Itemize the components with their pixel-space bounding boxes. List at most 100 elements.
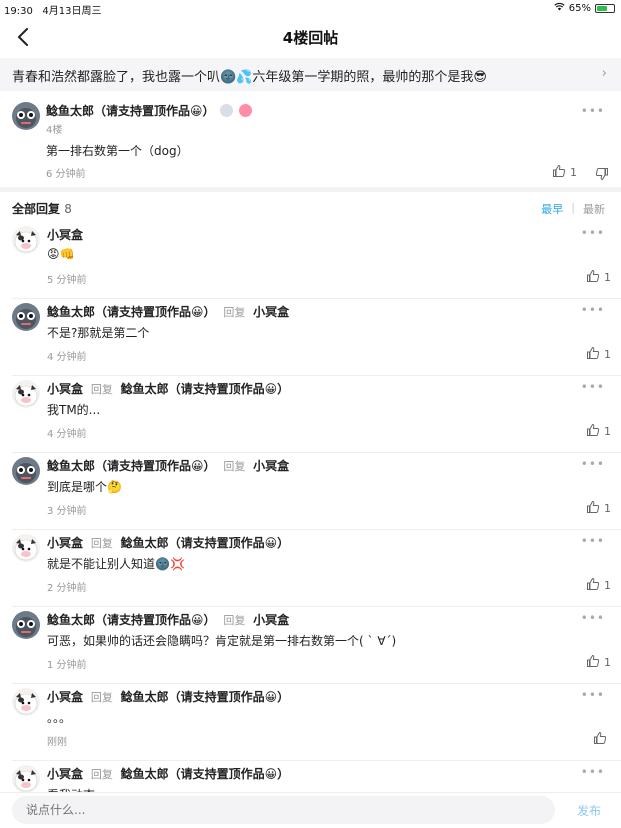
page-title: 4楼回帖 <box>282 29 339 47</box>
reply-time: 3 分钟前 <box>47 506 87 517</box>
reply-target[interactable]: 鲶鱼太郎（请支持置顶作品😀） <box>121 690 290 704</box>
avatar[interactable] <box>12 534 40 562</box>
topic-link[interactable]: 青春和浩然都露脸了，我也露一个叭🌚💦六年级第一学期的照，最帅的那个是我😎 › <box>0 58 621 91</box>
avatar[interactable] <box>12 457 40 485</box>
like-button[interactable] <box>593 731 611 748</box>
like-button[interactable]: 1 <box>586 346 611 363</box>
reply-author[interactable]: 鲶鱼太郎（请支持置顶作品😀） <box>47 459 216 473</box>
reply-text: 就是不能让别人知道🌚💢 <box>47 557 185 571</box>
level-badge-icon <box>219 104 233 117</box>
wifi-icon <box>554 2 565 14</box>
more-icon[interactable]: ••• <box>581 380 605 394</box>
post-body: 第一排右数第一个（dog） <box>46 144 189 158</box>
battery-percent: 65% <box>568 2 591 14</box>
reply-text: 。。。 <box>47 711 72 725</box>
reply-text: 可恶，如果帅的话还会隐瞒吗？肯定就是第一排右数第一个( ` ∀´) <box>47 634 397 648</box>
like-count: 1 <box>604 348 611 361</box>
avatar[interactable] <box>12 688 40 716</box>
thumbs-up-icon <box>586 269 600 286</box>
like-button[interactable]: 1 <box>586 500 611 517</box>
post-author[interactable]: 鲶鱼太郎（请支持置顶作品😀） <box>46 102 253 119</box>
bottom-bar: 发布 <box>0 792 621 828</box>
reply-target[interactable]: 小冥盒 <box>253 305 289 319</box>
reply-author[interactable]: 小冥盒 <box>47 690 83 704</box>
avatar[interactable] <box>12 102 40 130</box>
reply-target[interactable]: 鲶鱼太郎（请支持置顶作品😀） <box>121 536 290 550</box>
reply-word: 回复 <box>90 537 113 550</box>
reply-word: 回复 <box>223 460 246 473</box>
like-count: 1 <box>604 502 611 515</box>
sort-latest-tab[interactable]: 最新 <box>583 201 605 217</box>
avatar[interactable] <box>12 226 40 254</box>
reply-item: 鲶鱼太郎（请支持置顶作品😀） 回复 小冥盒 不是?那就是第二个 4 分钟前 ••… <box>0 299 621 376</box>
reply-header: 小冥盒 <box>47 226 83 243</box>
more-icon[interactable]: ••• <box>581 611 605 625</box>
reply-header: 鲶鱼太郎（请支持置顶作品😀） 回复 小冥盒 <box>47 303 289 320</box>
like-button[interactable]: 1 <box>586 577 611 594</box>
more-icon[interactable]: ••• <box>581 226 605 240</box>
like-button[interactable]: 1 <box>586 423 611 440</box>
more-icon[interactable]: ••• <box>581 303 605 317</box>
replies-header: 全部回复 8 最早 | 最新 <box>0 200 621 218</box>
sort-separator: | <box>571 201 575 214</box>
avatar[interactable] <box>12 765 40 793</box>
reply-word: 回复 <box>90 768 113 781</box>
thumbs-down-icon <box>595 166 609 185</box>
thumbs-up-icon <box>586 423 600 440</box>
like-count: 1 <box>604 579 611 592</box>
reply-author[interactable]: 小冥盒 <box>47 536 83 550</box>
reply-item: 小冥盒 😡👊 5 分钟前 ••• 1 <box>0 222 621 299</box>
reply-header: 小冥盒 回复 鲶鱼太郎（请支持置顶作品😀） <box>47 688 289 705</box>
avatar[interactable] <box>12 611 40 639</box>
more-icon[interactable]: ••• <box>581 534 605 548</box>
thumbs-up-icon <box>593 731 607 748</box>
reply-author[interactable]: 小冥盒 <box>47 767 83 781</box>
like-count: 1 <box>604 656 611 669</box>
reply-word: 回复 <box>223 306 246 319</box>
publish-button[interactable]: 发布 <box>577 802 601 819</box>
reply-author[interactable]: 小冥盒 <box>47 228 83 242</box>
reply-header: 鲶鱼太郎（请支持置顶作品😀） 回复 小冥盒 <box>47 457 289 474</box>
reply-header: 小冥盒 回复 鲶鱼太郎（请支持置顶作品😀） <box>47 765 289 782</box>
reply-target[interactable]: 小冥盒 <box>253 459 289 473</box>
reply-target[interactable]: 鲶鱼太郎（请支持置顶作品😀） <box>121 382 290 396</box>
more-icon[interactable]: ••• <box>581 688 605 702</box>
reply-author[interactable]: 鲶鱼太郎（请支持置顶作品😀） <box>47 305 216 319</box>
reply-time: 1 分钟前 <box>47 660 87 671</box>
post-author-name: 鲶鱼太郎（请支持置顶作品😀） <box>46 104 215 118</box>
thumbs-up-icon <box>586 500 600 517</box>
avatar[interactable] <box>12 303 40 331</box>
reply-author[interactable]: 鲶鱼太郎（请支持置顶作品😀） <box>47 613 216 627</box>
more-icon[interactable]: ••• <box>581 765 605 779</box>
reply-header: 小冥盒 回复 鲶鱼太郎（请支持置顶作品😀） <box>47 380 289 397</box>
sort-tabs: 最早 | 最新 <box>541 201 605 217</box>
more-icon[interactable]: ••• <box>581 104 605 118</box>
reply-time: 刚刚 <box>47 737 67 748</box>
reply-header: 鲶鱼太郎（请支持置顶作品😀） 回复 小冥盒 <box>47 611 289 628</box>
like-button[interactable]: 1 <box>586 654 611 671</box>
like-count: 1 <box>604 425 611 438</box>
reply-item: 鲶鱼太郎（请支持置顶作品😀） 回复 小冥盒 可恶，如果帅的话还会隐瞒吗？肯定就是… <box>0 607 621 684</box>
reply-text: 不是?那就是第二个 <box>47 326 150 340</box>
reply-word: 回复 <box>223 614 246 627</box>
floor-post: 鲶鱼太郎（请支持置顶作品😀） 4楼 第一排右数第一个（dog） 6 分钟前 ••… <box>0 92 621 188</box>
chevron-right-icon: › <box>601 66 607 81</box>
thumbs-up-icon <box>586 577 600 594</box>
reply-author[interactable]: 小冥盒 <box>47 382 83 396</box>
like-button[interactable]: 1 <box>552 164 577 181</box>
reply-item: 小冥盒 回复 鲶鱼太郎（请支持置顶作品😀） 。。。 刚刚 ••• <box>0 684 621 761</box>
floor-label: 4楼 <box>46 125 63 136</box>
more-icon[interactable]: ••• <box>581 457 605 471</box>
reply-target[interactable]: 小冥盒 <box>253 613 289 627</box>
sort-earliest-tab[interactable]: 最早 <box>541 201 563 217</box>
dislike-button[interactable] <box>595 166 609 185</box>
like-button[interactable]: 1 <box>586 269 611 286</box>
reply-text: 😡👊 <box>47 247 75 261</box>
reply-time: 2 分钟前 <box>47 583 87 594</box>
status-right: 65% <box>554 2 615 14</box>
vip-badge-icon <box>238 104 252 117</box>
comment-input[interactable] <box>12 796 555 824</box>
reply-target[interactable]: 鲶鱼太郎（请支持置顶作品😀） <box>121 767 290 781</box>
avatar[interactable] <box>12 380 40 408</box>
status-left: 19:30 4月13日周三 <box>4 2 101 17</box>
